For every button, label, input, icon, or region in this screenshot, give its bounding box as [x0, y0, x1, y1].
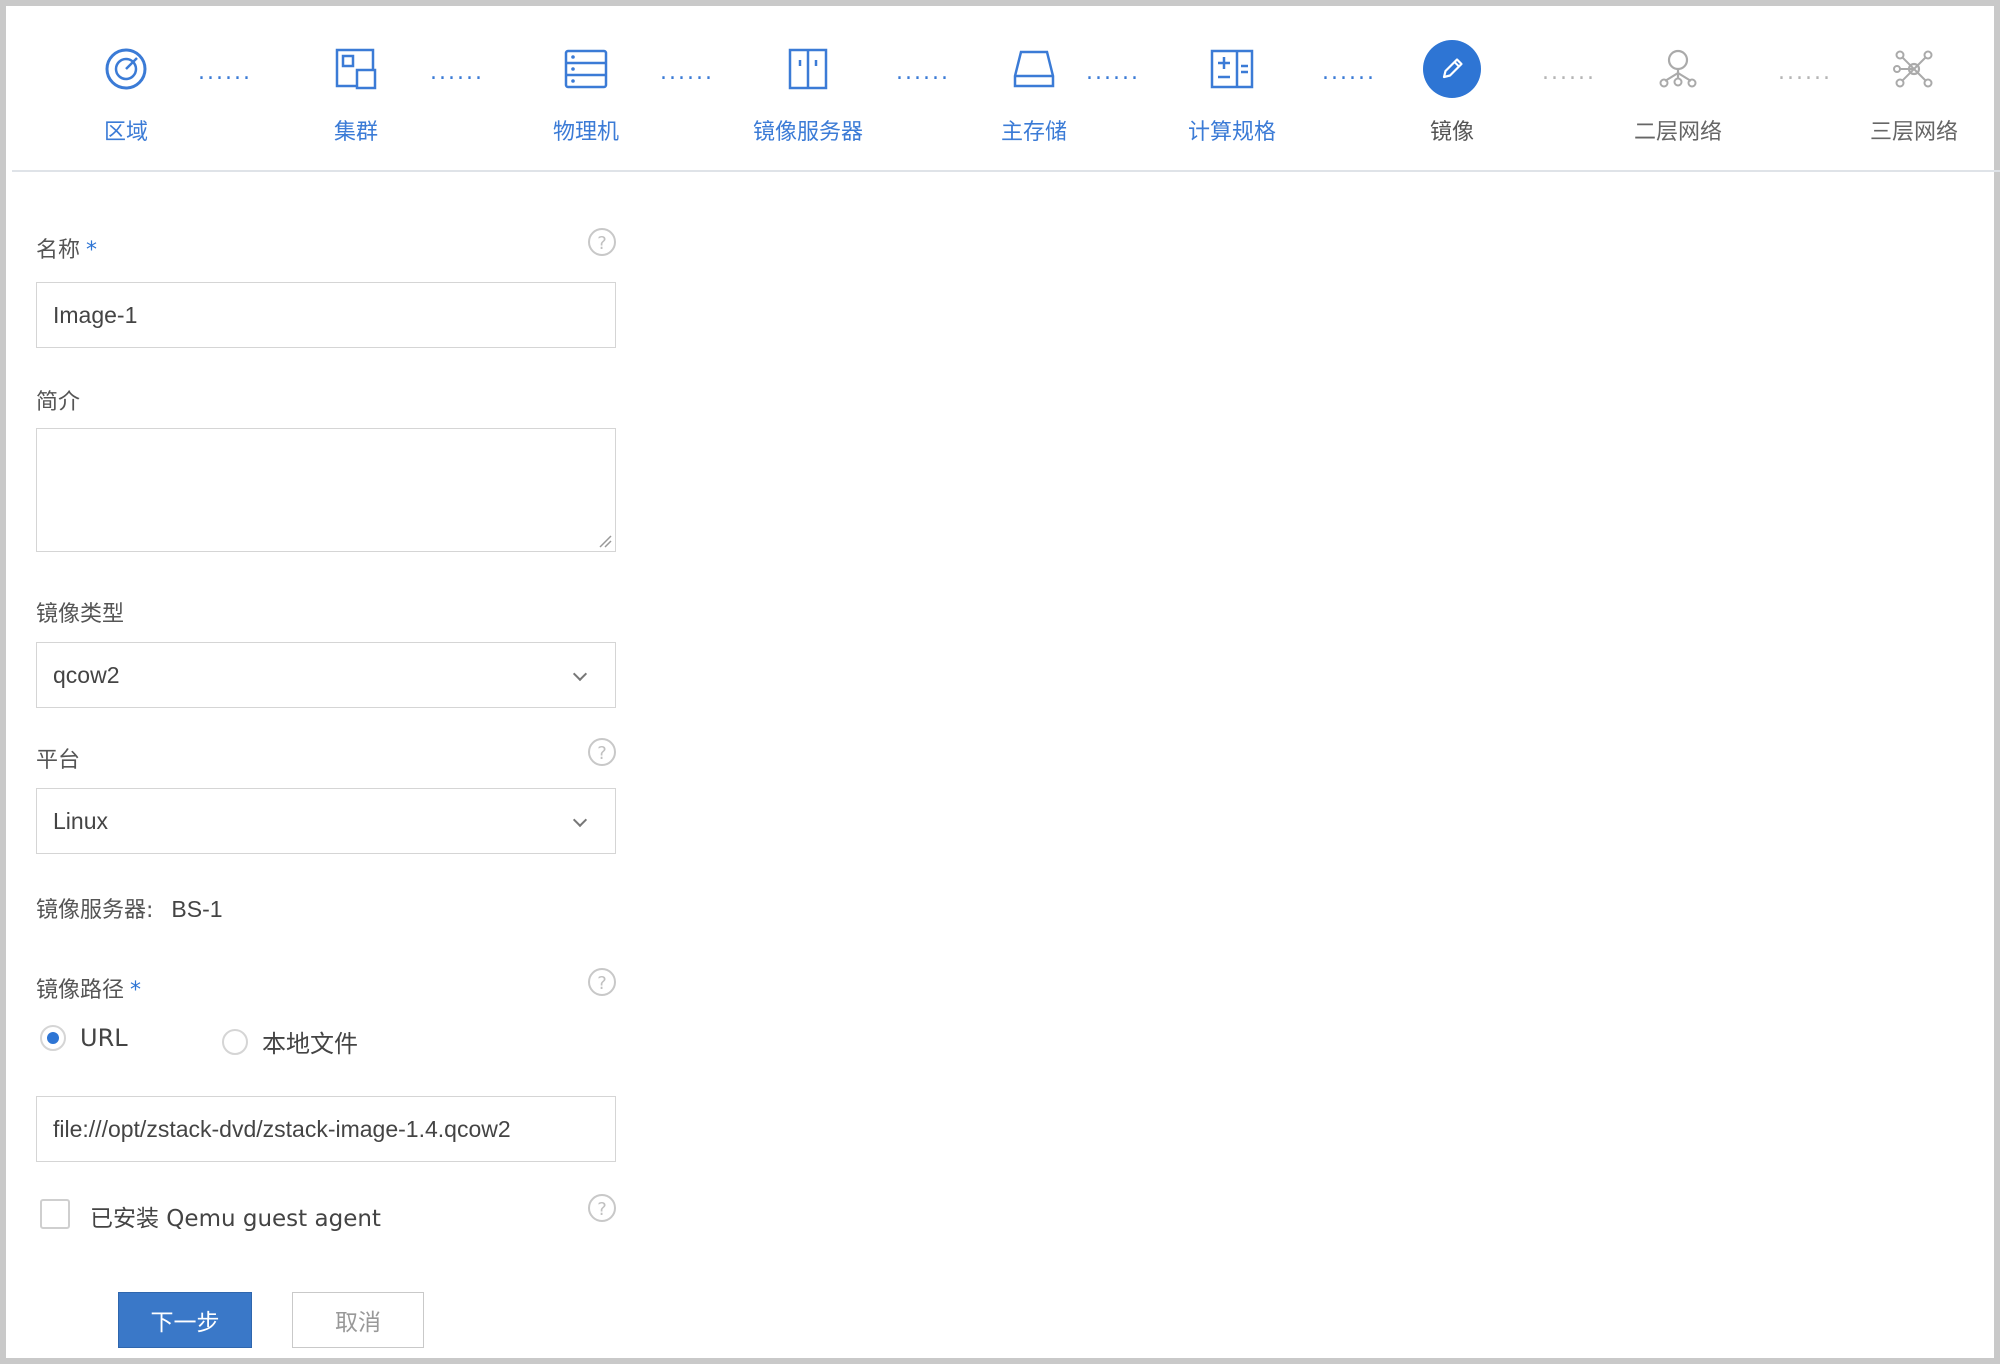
name-label-row: 名称 * ?	[36, 228, 616, 264]
help-icon[interactable]: ?	[588, 738, 616, 766]
name-input[interactable]: Image-1	[36, 282, 616, 348]
qemu-agent-label: 已安装 Qemu guest agent	[90, 1206, 381, 1232]
l3-network-icon	[1881, 36, 1947, 102]
backup-storage-row: 镜像服务器: BS-1	[36, 892, 223, 924]
radio-local-file[interactable]: 本地文件	[222, 1024, 358, 1059]
qemu-agent-checkbox[interactable]	[40, 1199, 70, 1229]
step-label: 集群	[333, 120, 378, 145]
platform-label-row: 平台 ?	[36, 738, 616, 774]
next-button[interactable]: 下一步	[118, 1292, 252, 1348]
step-backup-storage[interactable]: 镜像服务器	[698, 36, 918, 146]
platform-value: Linux	[53, 807, 108, 834]
chevron-down-icon	[572, 812, 588, 828]
backup-storage-label: 镜像服务器:	[36, 898, 154, 923]
image-path-label: 镜像路径	[36, 978, 125, 1003]
cluster-icon	[323, 36, 389, 102]
image-path-label-row: 镜像路径 * ?	[36, 968, 616, 1004]
step-cluster[interactable]: 集群	[246, 36, 466, 146]
step-label: 计算规格	[1187, 120, 1276, 145]
image-type-select[interactable]: qcow2	[36, 642, 616, 708]
step-label: 主存储	[1000, 120, 1067, 145]
backup-storage-value: BS-1	[171, 896, 223, 922]
radio-url[interactable]: URL	[40, 1024, 128, 1052]
step-l3-network[interactable]: 三层网络	[1804, 36, 2000, 146]
description-label-row: 简介	[36, 384, 616, 416]
image-type-label: 镜像类型	[36, 602, 125, 627]
step-label: 物理机	[552, 120, 619, 145]
platform-label: 平台	[36, 748, 81, 773]
step-label: 镜像	[1429, 120, 1474, 145]
pencil-icon	[1423, 40, 1481, 98]
step-label: 二层网络	[1633, 120, 1722, 145]
resize-handle-icon[interactable]	[598, 534, 612, 548]
step-connector: ......	[198, 60, 252, 85]
step-host[interactable]: 物理机	[476, 36, 696, 146]
host-icon	[553, 36, 619, 102]
help-icon[interactable]: ?	[588, 968, 616, 996]
step-label: 区域	[103, 120, 148, 145]
instance-offering-icon	[1199, 36, 1265, 102]
platform-select[interactable]: Linux	[36, 788, 616, 854]
zone-icon	[93, 36, 159, 102]
step-instance-offering[interactable]: 计算规格	[1122, 36, 1342, 146]
primary-storage-icon	[1001, 36, 1067, 102]
cancel-button[interactable]: 取消	[292, 1292, 424, 1348]
step-primary-storage[interactable]: 主存储	[924, 36, 1144, 146]
description-textarea[interactable]	[36, 428, 616, 552]
backup-storage-icon	[775, 36, 841, 102]
wizard-dialog: 区域 ...... 集群 ...... 物理机 ...... 镜像服务器 ...…	[0, 0, 2000, 1364]
step-l2-network[interactable]: 二层网络	[1568, 36, 1788, 146]
radio-url-label: URL	[80, 1024, 128, 1052]
required-mark: *	[130, 978, 142, 1003]
description-label: 简介	[36, 390, 81, 415]
image-url-input[interactable]: file:///opt/zstack-dvd/zstack-image-1.4.…	[36, 1096, 616, 1162]
wizard-stepper: 区域 ...... 集群 ...... 物理机 ...... 镜像服务器 ...…	[12, 12, 2000, 172]
l2-network-icon	[1645, 36, 1711, 102]
image-type-value: qcow2	[53, 661, 120, 688]
step-zone[interactable]: 区域	[16, 36, 236, 146]
help-icon[interactable]: ?	[588, 228, 616, 256]
step-label: 三层网络	[1869, 120, 1958, 145]
required-mark: *	[86, 238, 98, 263]
radio-button-selected[interactable]	[40, 1025, 66, 1051]
image-type-label-row: 镜像类型	[36, 596, 616, 628]
radio-button[interactable]	[222, 1028, 248, 1055]
chevron-down-icon	[572, 666, 588, 682]
step-label: 镜像服务器	[752, 120, 863, 145]
help-icon[interactable]: ?	[588, 1194, 616, 1222]
step-image[interactable]: 镜像	[1342, 36, 1562, 146]
name-label: 名称	[36, 238, 81, 263]
radio-local-file-label: 本地文件	[262, 1030, 358, 1058]
